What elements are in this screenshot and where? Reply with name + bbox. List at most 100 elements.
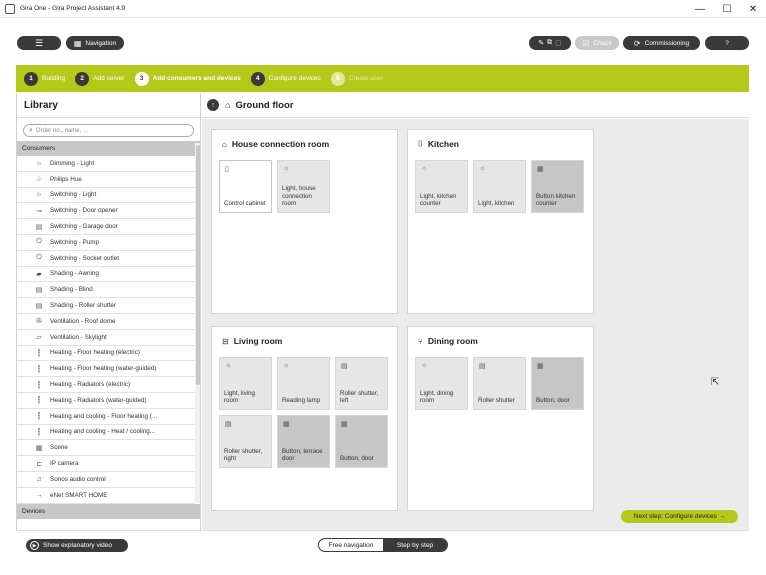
device-tile[interactable]: ☼ Light, dining room bbox=[415, 357, 468, 410]
device-tile[interactable]: ☼ Light, house connection room bbox=[277, 160, 330, 213]
close-button[interactable]: ✕ bbox=[738, 0, 766, 18]
room-card[interactable]: ⌷ Kitchen ☼ Light, kitchen counter ☼ Light,… bbox=[407, 129, 594, 314]
list-item-label: Philips Hue bbox=[50, 175, 82, 183]
step-create-user[interactable]: 5 Create user bbox=[330, 71, 383, 86]
list-item[interactable]: ▤ Shading - Roller shutter bbox=[17, 298, 195, 314]
list-item-label: Heating - Radiators (water-guided) bbox=[50, 396, 147, 404]
tile-label: Button, terrace door bbox=[282, 447, 323, 463]
room-title: Kitchen bbox=[427, 139, 459, 149]
list-item[interactable]: ┇ Heating - Radiators (water-guided) bbox=[17, 393, 195, 409]
device-tile[interactable]: ▦ Button, door bbox=[531, 357, 584, 410]
list-item[interactable]: ⊸ Switching - Door opener bbox=[17, 203, 195, 220]
device-tile[interactable]: ▤ Roller shutter bbox=[473, 357, 526, 410]
list-item[interactable]: ▤ Shading - Blind bbox=[17, 282, 195, 299]
list-item[interactable]: ▱ Ventilation - Skylight bbox=[17, 330, 195, 346]
navigation-button[interactable]: ▦ Navigation bbox=[66, 36, 124, 50]
cabinet-icon: ▯ bbox=[225, 166, 229, 173]
tile-label: Light, kitchen bbox=[478, 200, 515, 208]
tile-label: Roller shutter, right bbox=[224, 447, 263, 463]
list-item[interactable]: ⏻ Switching - Pump bbox=[17, 235, 195, 251]
next-step-button[interactable]: Next step: Configure devices → bbox=[621, 510, 738, 523]
device-tile[interactable]: ▦ Button, terrace door bbox=[277, 415, 330, 468]
check-button[interactable]: ☑ Check bbox=[575, 36, 619, 50]
list-item[interactable]: ✇ Ventilation - Roof dome bbox=[17, 314, 195, 330]
minimize-button[interactable]: — bbox=[685, 0, 715, 18]
app-icon bbox=[5, 3, 15, 14]
step-building[interactable]: 1 Building bbox=[24, 71, 65, 86]
blind-icon: ▤ bbox=[35, 286, 43, 294]
room-title: House connection room bbox=[231, 139, 330, 149]
step-bar: 1 Building 2 Add server 3 Add consumers … bbox=[16, 65, 749, 92]
step-configure-devices[interactable]: 4 Configure devices bbox=[250, 71, 321, 86]
library-scrollbar[interactable] bbox=[195, 143, 200, 503]
mode-step-by-step[interactable]: Step by step bbox=[383, 539, 447, 551]
device-tile[interactable]: ☼ Reading lamp bbox=[277, 357, 330, 410]
light-icon: ☼ bbox=[35, 159, 43, 167]
device-tile[interactable]: ▤ Roller shutter, right bbox=[219, 415, 272, 468]
room-card[interactable]: ⊟ Living room ☼ Light, living room ☼ Readin… bbox=[211, 326, 398, 511]
list-item[interactable]: ▦ Scene bbox=[17, 440, 195, 457]
device-tile[interactable]: ☼ Light, kitchen bbox=[473, 160, 526, 213]
garage-icon: ▤ bbox=[35, 223, 43, 231]
light-icon: ☼ bbox=[283, 165, 290, 172]
list-item[interactable]: ⏻ Switching - Socket outlet bbox=[17, 251, 195, 267]
toolbar: ☰ ▦ Navigation ✎ ⧉ ▢ ☑ Check ⟳ Commissio… bbox=[0, 18, 766, 63]
list-item-label: Switching - Garage door bbox=[50, 223, 118, 231]
list-item[interactable]: ☼ Switching - Light bbox=[17, 188, 195, 204]
category-devices[interactable]: Devices bbox=[17, 503, 200, 519]
list-item-label: Shading - Blind bbox=[50, 286, 93, 294]
button-icon: ▦ bbox=[537, 363, 544, 370]
room-title-row: ⌷ Kitchen bbox=[418, 139, 459, 149]
device-tile[interactable]: ▦ Button kitchen counter bbox=[531, 160, 584, 213]
room-card[interactable]: ⌂ House connection room ▯ Control cabinet … bbox=[211, 129, 398, 314]
list-item[interactable]: ┇ Heating - Floor heating (water-guided) bbox=[17, 361, 195, 378]
key-icon: ⊸ bbox=[36, 207, 42, 215]
search-icon: ⌕ bbox=[29, 126, 33, 134]
device-tile[interactable]: ☼ Light, living room bbox=[219, 357, 272, 410]
tile-label: Light, dining room bbox=[420, 389, 454, 405]
list-item[interactable]: ┇ Heating and cooling - Floor heating (..… bbox=[17, 409, 195, 425]
list-item[interactable]: ♧ Philips Hue bbox=[17, 172, 195, 188]
search-placeholder: Order no., name, ... bbox=[35, 127, 88, 134]
device-tile[interactable]: ▯ Control cabinet bbox=[219, 160, 272, 213]
list-item-label: Switching - Light bbox=[50, 191, 97, 199]
heating-icon: ┇ bbox=[36, 365, 42, 373]
light-icon: ☼ bbox=[479, 165, 486, 172]
explanatory-video-button[interactable]: ▶ Show explanatory video bbox=[26, 539, 128, 552]
light-icon: ☼ bbox=[421, 362, 428, 369]
list-item[interactable]: ☼ Dimming - Light bbox=[17, 156, 195, 172]
tile-label: Button, door bbox=[340, 455, 374, 463]
list-item[interactable]: ┇ Heating and cooling - Heat / cooling... bbox=[17, 425, 195, 441]
commissioning-button[interactable]: ⟳ Commissioning bbox=[623, 36, 700, 50]
help-button[interactable]: ? bbox=[705, 36, 749, 50]
list-item[interactable]: ♫ Sonos audio control bbox=[17, 472, 195, 488]
list-item[interactable]: ┇ Heating - Floor heating (electric) bbox=[17, 346, 195, 362]
play-icon: ▶ bbox=[30, 541, 39, 550]
list-item[interactable]: ▤ Switching - Garage door bbox=[17, 219, 195, 235]
library-search-input[interactable]: ⌕ Order no., name, ... bbox=[23, 124, 194, 137]
room-title-row: ⊟ Living room bbox=[222, 336, 282, 346]
navigation-mode-toggle[interactable]: Free navigation Step by step bbox=[318, 538, 448, 552]
edit-tools-group[interactable]: ✎ ⧉ ▢ bbox=[529, 36, 571, 50]
step-add-consumers[interactable]: 3 Add consumers and devices bbox=[134, 71, 241, 86]
device-tile[interactable]: ☼ Light, kitchen counter bbox=[415, 160, 468, 213]
step-number: 1 bbox=[24, 71, 38, 86]
menu-button[interactable]: ☰ bbox=[17, 36, 61, 50]
scrollbar-thumb[interactable] bbox=[196, 145, 200, 385]
room-card[interactable]: ⑂ Dining room ☼ Light, dining room ▤ Roller… bbox=[407, 326, 594, 511]
list-item-label: Shading - Roller shutter bbox=[50, 302, 117, 310]
up-arrow-icon[interactable]: ↑ bbox=[207, 99, 219, 111]
list-item[interactable]: ┇ Heating - Radiators (electric) bbox=[17, 377, 195, 393]
mode-free-navigation[interactable]: Free navigation bbox=[319, 539, 383, 551]
button-icon: ▦ bbox=[341, 421, 348, 428]
step-label: Create user bbox=[348, 75, 383, 82]
window-title: Gira One - Gira Project Assistant 4.9 bbox=[20, 5, 126, 12]
video-label: Show explanatory video bbox=[43, 542, 113, 549]
device-tile[interactable]: ▦ Button, door bbox=[335, 415, 388, 468]
category-consumers[interactable]: Consumers bbox=[17, 141, 200, 156]
list-item[interactable]: → eNet SMART HOME bbox=[17, 488, 195, 504]
device-tile[interactable]: ▤ Roller shutter, left bbox=[335, 357, 388, 410]
step-add-server[interactable]: 2 Add server bbox=[75, 71, 125, 86]
list-item[interactable]: ⊏ IP camera bbox=[17, 456, 195, 472]
list-item[interactable]: ▰ Shading - Awning bbox=[17, 267, 195, 283]
